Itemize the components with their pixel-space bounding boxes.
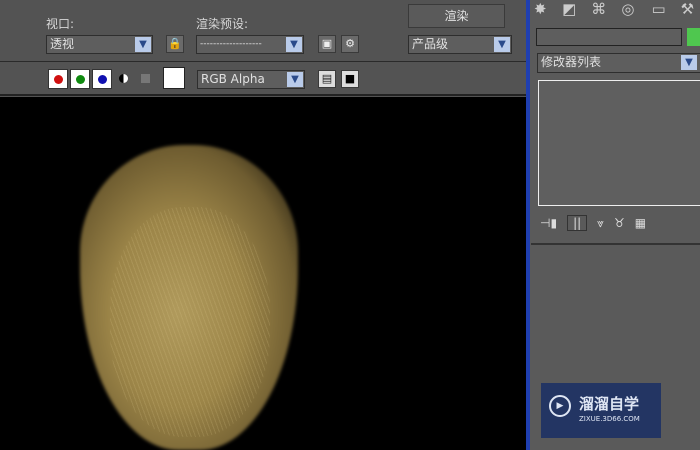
modifier-list-label: 修改器列表 — [541, 55, 602, 69]
viewport-value: 透视 — [50, 37, 75, 51]
chevron-down-icon: ▼ — [494, 37, 510, 52]
display-tab-icon[interactable]: ▭ — [651, 0, 678, 22]
channel-value: RGB Alpha — [201, 72, 265, 86]
pin-stack-icon[interactable]: ⊣▮ — [540, 216, 557, 230]
configure-sets-icon[interactable]: ▦ — [635, 216, 646, 230]
hierarchy-tab-icon[interactable]: ⌘ — [591, 0, 619, 22]
object-name-input[interactable] — [536, 28, 682, 46]
background-color-swatch[interactable] — [163, 67, 185, 89]
modify-tab-icon[interactable]: ◩ — [562, 0, 589, 22]
make-unique-icon[interactable]: ⩔ — [597, 216, 604, 231]
command-tabs: ✸ ◩ ⌘ ◎ ▭ ⚒ — [530, 0, 700, 22]
chevron-down-icon: ▼ — [135, 37, 151, 52]
clone-window-icon[interactable]: ▤ — [318, 70, 336, 88]
create-tab-icon[interactable]: ✸ — [534, 0, 560, 22]
clear-icon[interactable]: ■ — [341, 70, 359, 88]
play-logo-icon: ▶ — [549, 395, 571, 417]
chevron-down-icon: ▼ — [681, 55, 697, 70]
remove-modifier-icon[interactable]: ♉ — [614, 216, 625, 230]
blue-channel-toggle[interactable] — [92, 69, 112, 89]
green-channel-toggle[interactable] — [70, 69, 90, 89]
watermark-url: ZIXUE.3D66.COM — [579, 415, 640, 423]
preset-select[interactable]: ------------------- ▼ — [196, 35, 304, 54]
load-preset-icon[interactable]: ▣ — [318, 35, 336, 53]
channel-select[interactable]: RGB Alpha ▼ — [197, 70, 305, 89]
show-end-result-icon[interactable]: || — [567, 215, 588, 231]
modifier-list-select[interactable]: 修改器列表 ▼ — [537, 53, 700, 73]
viewport-label: 视口: — [46, 17, 75, 31]
object-color-swatch[interactable] — [687, 28, 700, 46]
chevron-down-icon: ▼ — [286, 37, 302, 52]
settings-gear-icon[interactable]: ⚙ — [341, 35, 359, 53]
alpha-toggle-icon[interactable] — [119, 74, 128, 83]
quality-value: 产品级 — [412, 37, 449, 51]
render-button[interactable]: 渲染 — [408, 4, 505, 28]
chevron-down-icon: ▼ — [287, 72, 303, 87]
lock-icon[interactable]: 🔒 — [166, 35, 184, 53]
modifier-stack[interactable] — [538, 80, 700, 206]
utilities-tab-icon[interactable]: ⚒ — [681, 0, 700, 22]
fur-strands — [110, 207, 270, 437]
motion-tab-icon[interactable]: ◎ — [621, 0, 649, 22]
watermark-brand: 溜溜自学 — [579, 395, 640, 413]
red-channel-toggle[interactable] — [48, 69, 68, 89]
preset-value: ------------------- — [200, 39, 262, 49]
quality-select[interactable]: 产品级 ▼ — [408, 35, 512, 54]
mono-toggle-icon[interactable] — [141, 74, 150, 83]
rollout-divider — [531, 243, 700, 245]
preset-label: 渲染预设: — [196, 17, 249, 31]
render-frame — [0, 97, 526, 450]
watermark: ▶ 溜溜自学 ZIXUE.3D66.COM — [541, 383, 661, 438]
stack-controls: ⊣▮ || ⩔ ♉ ▦ — [540, 213, 700, 233]
viewport-select[interactable]: 透视 ▼ — [46, 35, 153, 54]
